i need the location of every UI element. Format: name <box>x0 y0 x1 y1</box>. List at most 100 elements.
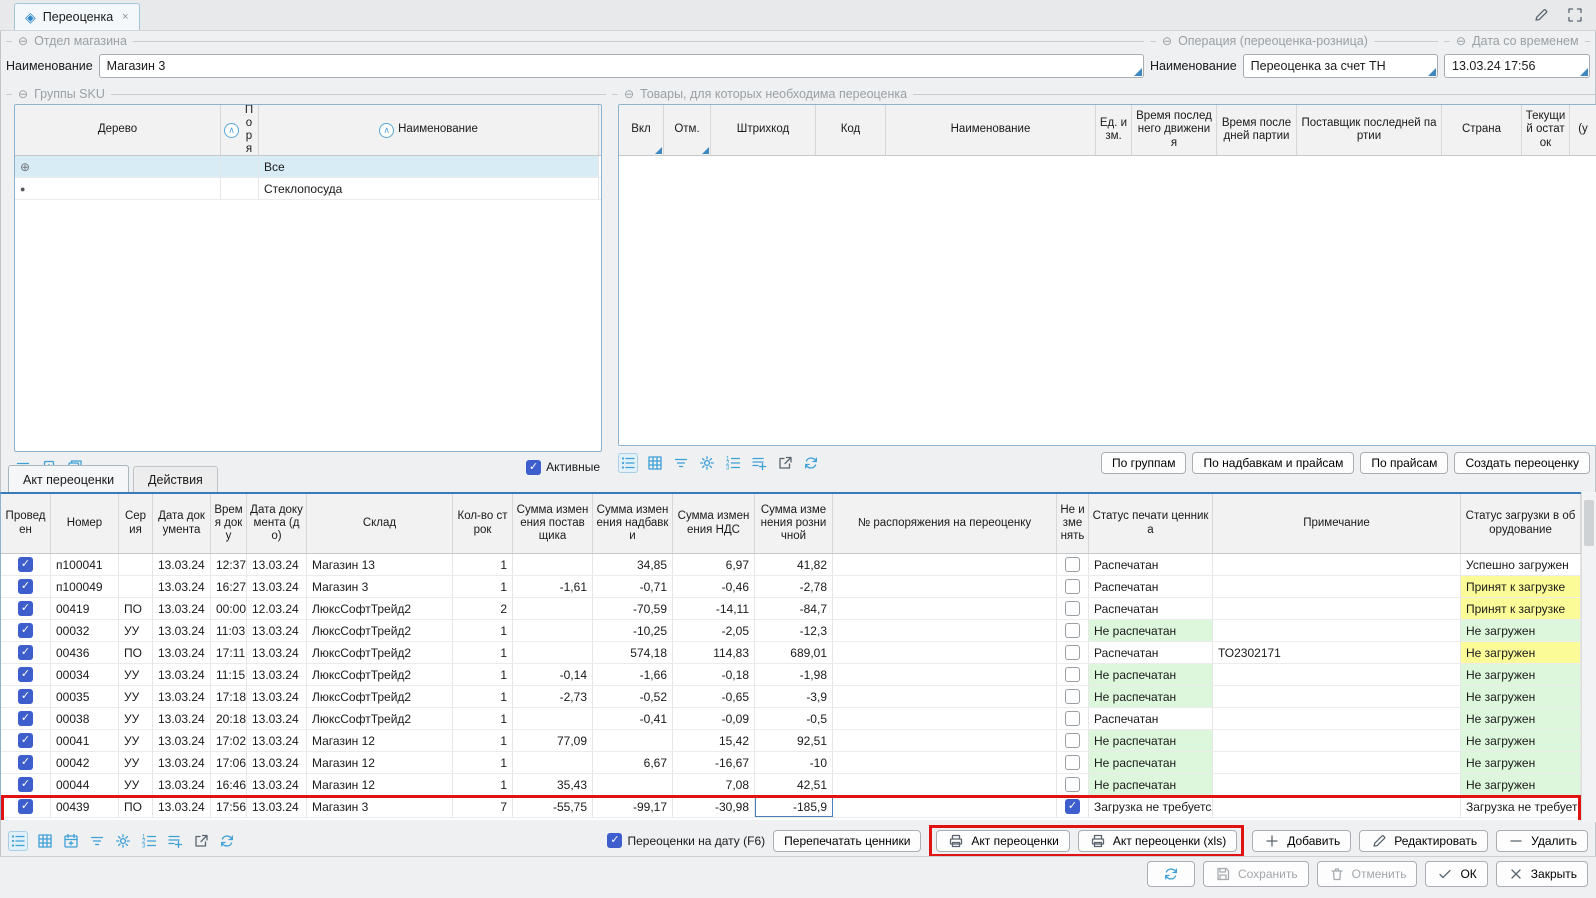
column-header-sum_post[interactable]: Сумма изменения поставщика <box>513 494 593 553</box>
close-button[interactable]: Закрыть <box>1496 861 1588 887</box>
column-header-pechat[interactable]: Статус печати ценника <box>1089 494 1213 553</box>
fullscreen-icon[interactable] <box>1566 6 1584 24</box>
column-header[interactable]: Вкл <box>619 105 664 155</box>
column-header[interactable]: Код <box>816 105 886 155</box>
column-header-proveden[interactable]: Проведен <box>1 494 51 553</box>
checkbox-checked-icon[interactable] <box>18 623 33 638</box>
checkbox-unchecked-icon[interactable] <box>1065 777 1080 792</box>
refresh-icon[interactable] <box>802 454 820 472</box>
act-row[interactable]: 00035УУ13.03.2417:1813.03.24ЛюксСофтТрей… <box>1 686 1581 708</box>
tab-revaluation-act[interactable]: Акт переоценки <box>8 465 129 493</box>
sort-ascending-icon[interactable]: ∧ <box>379 123 394 138</box>
column-header-sum_nadb[interactable]: Сумма изменения надбавки <box>593 494 673 553</box>
by-groups-button[interactable]: По группам <box>1101 452 1186 474</box>
refresh-button[interactable] <box>1147 861 1195 887</box>
list-view-icon[interactable] <box>8 831 28 851</box>
act-row[interactable]: 00041УУ13.03.2417:0213.03.24Магазин 1217… <box>1 730 1581 752</box>
column-header-tree[interactable]: Дерево <box>15 105 221 155</box>
checkbox-checked-icon[interactable] <box>18 579 33 594</box>
tab-actions[interactable]: Действия <box>133 466 218 493</box>
act-row[interactable]: 00034УУ13.03.2411:1513.03.24ЛюксСофтТрей… <box>1 664 1581 686</box>
act-row[interactable]: п10004113.03.2412:3713.03.24Магазин 1313… <box>1 554 1581 576</box>
close-tab-icon[interactable]: × <box>122 11 128 23</box>
grid-view-icon[interactable] <box>646 454 664 472</box>
operation-name-input[interactable]: Переоценка за счет ТН <box>1243 54 1438 78</box>
numbered-list-icon[interactable]: 123 <box>140 832 158 850</box>
checkbox-checked-icon[interactable] <box>526 460 541 475</box>
column-header[interactable]: Ед. изм. <box>1096 105 1132 155</box>
act-row[interactable]: 00042УУ13.03.2417:0613.03.24Магазин 1216… <box>1 752 1581 774</box>
ok-button[interactable]: ОК <box>1425 861 1487 887</box>
column-header[interactable]: Отм. <box>664 105 711 155</box>
by-markups-and-prices-button[interactable]: По надбавкам и прайсам <box>1192 452 1354 474</box>
cancel-button[interactable]: Отменить <box>1317 861 1418 887</box>
save-button[interactable]: Сохранить <box>1203 861 1309 887</box>
expand-node-icon[interactable]: ⊕ <box>20 160 30 174</box>
sort-ascending-icon[interactable]: ∧ <box>224 123 239 138</box>
edit-button[interactable]: Редактировать <box>1359 830 1488 852</box>
checkbox-unchecked-icon[interactable] <box>1065 601 1080 616</box>
revaluation-act-xls-button[interactable]: Акт переоценки (xls) <box>1078 830 1237 852</box>
sku-group-row[interactable]: ●Стеклопосуда <box>15 178 601 200</box>
export-icon[interactable] <box>192 832 210 850</box>
column-header-ne_izm[interactable]: Не изменять <box>1057 494 1089 553</box>
act-row[interactable]: 00032УУ13.03.2411:0313.03.24ЛюксСофтТрей… <box>1 620 1581 642</box>
act-row[interactable]: 00038УУ13.03.2420:1813.03.24ЛюксСофтТрей… <box>1 708 1581 730</box>
collapse-icon[interactable]: ⊖ <box>18 34 28 48</box>
refresh-icon[interactable] <box>218 832 236 850</box>
active-filter-checkbox[interactable]: Активные <box>526 460 600 475</box>
filter-icon[interactable] <box>672 454 690 472</box>
export-icon[interactable] <box>776 454 794 472</box>
column-header-sum_rozn[interactable]: Сумма изменения розничной <box>755 494 833 553</box>
act-row[interactable]: п10004913.03.2416:2713.03.24Магазин 31-1… <box>1 576 1581 598</box>
checkbox-checked-icon[interactable] <box>18 557 33 572</box>
checkbox-checked-icon[interactable] <box>18 689 33 704</box>
checkbox-checked-icon[interactable] <box>18 601 33 616</box>
reprint-tags-button[interactable]: Перепечатать ценники <box>773 830 921 852</box>
collapse-icon[interactable]: ⊖ <box>624 87 634 101</box>
checkbox-checked-icon[interactable] <box>18 799 33 814</box>
checkbox-checked-icon[interactable] <box>18 777 33 792</box>
add-rows-icon[interactable] <box>750 454 768 472</box>
vertical-scrollbar[interactable] <box>1581 492 1596 822</box>
tab-revaluation[interactable]: ◈ Переоценка × <box>14 3 140 30</box>
calendar-icon[interactable] <box>62 832 80 850</box>
column-header-seria[interactable]: Серия <box>119 494 153 553</box>
column-header-kolvo[interactable]: Кол-во строк <box>453 494 513 553</box>
checkbox-unchecked-icon[interactable] <box>1065 579 1080 594</box>
column-header-sum_nds[interactable]: Сумма изменения НДС <box>673 494 755 553</box>
delete-button[interactable]: Удалить <box>1496 830 1588 852</box>
checkbox-checked-icon[interactable] <box>18 667 33 682</box>
scrollbar-thumb[interactable] <box>1584 500 1594 546</box>
products-table-body[interactable] <box>619 156 1596 445</box>
date-filter-checkbox[interactable]: Переоценки на дату (F6) <box>607 833 765 848</box>
column-header[interactable]: Страна <box>1442 105 1522 155</box>
checkbox-checked-icon[interactable] <box>607 833 622 848</box>
act-row[interactable]: 00436ПО13.03.2417:1113.03.24ЛюксСофтТрей… <box>1 642 1581 664</box>
numbered-list-icon[interactable]: 123 <box>724 454 742 472</box>
column-header[interactable]: Время последней партии <box>1217 105 1297 155</box>
column-header-order[interactable]: ∧Поря <box>221 105 259 155</box>
collapse-icon[interactable]: ⊖ <box>1456 34 1466 48</box>
column-header-data[interactable]: Дата документа <box>153 494 211 553</box>
act-row[interactable]: 00419ПО13.03.2400:0012.03.24ЛюксСофтТрей… <box>1 598 1581 620</box>
add-button[interactable]: Добавить <box>1252 830 1351 852</box>
checkbox-unchecked-icon[interactable] <box>1065 557 1080 572</box>
checkbox-unchecked-icon[interactable] <box>1065 623 1080 638</box>
checkbox-unchecked-icon[interactable] <box>1065 711 1080 726</box>
collapse-icon[interactable]: ⊖ <box>1162 34 1172 48</box>
checkbox-checked-icon[interactable] <box>18 711 33 726</box>
column-header[interactable]: Время последнего движения <box>1132 105 1217 155</box>
column-header[interactable]: Поставщик последней партии <box>1297 105 1442 155</box>
column-header-name[interactable]: ∧Наименование <box>259 105 599 155</box>
datetime-input[interactable]: 13.03.24 17:56 <box>1444 54 1590 78</box>
add-rows-icon[interactable] <box>166 832 184 850</box>
checkbox-unchecked-icon[interactable] <box>1065 755 1080 770</box>
column-header-rasp[interactable]: № распоряжения на переоценку <box>833 494 1057 553</box>
column-header[interactable]: (у <box>1570 105 1596 155</box>
grid-view-icon[interactable] <box>36 832 54 850</box>
column-header-zagruzka[interactable]: Статус загрузки в оборудование <box>1461 494 1581 553</box>
act-row[interactable]: 00044УУ13.03.2416:4613.03.24Магазин 1213… <box>1 774 1581 796</box>
column-header-nomer[interactable]: Номер <box>51 494 119 553</box>
checkbox-unchecked-icon[interactable] <box>1065 645 1080 660</box>
